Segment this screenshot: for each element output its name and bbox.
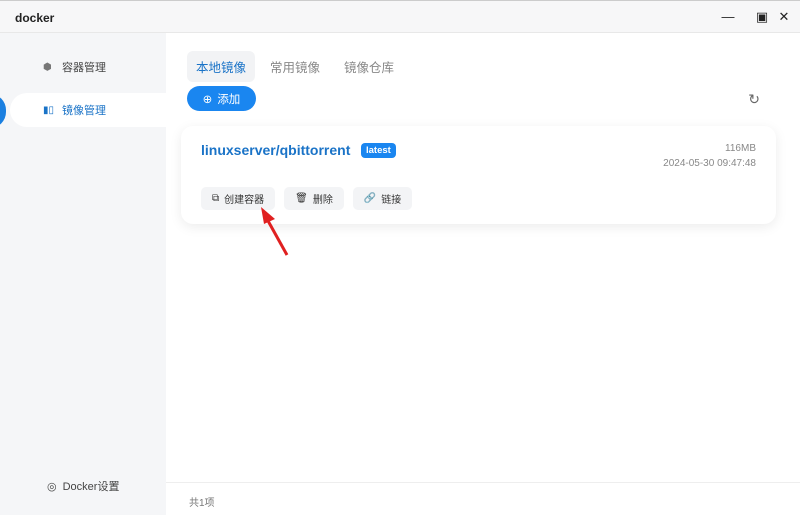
link-button[interactable]: 🔗 链接 xyxy=(352,187,413,210)
tag-badge: latest xyxy=(361,143,396,158)
add-square-icon: ⧉ xyxy=(212,193,220,204)
sidebar: ⬢ 容器管理 ▮▯ 镜像管理 xyxy=(0,33,166,515)
button-label: 创建容器 xyxy=(224,195,265,206)
button-label: 删除 xyxy=(312,195,333,206)
button-label: 链接 xyxy=(381,195,402,206)
annotation-arrow xyxy=(261,207,289,256)
docker-settings-link[interactable]: ◎ Docker设置 xyxy=(47,478,119,494)
sidebar-item-label: 容器管理 xyxy=(62,62,106,74)
main-content: 本地镜像 常用镜像 镜像仓库 ⊕ 添加 ↻ linuxserver/qbittor… xyxy=(166,33,800,515)
maximize-button[interactable]: ▣ xyxy=(754,9,770,25)
tab-image-registry[interactable]: 镜像仓库 xyxy=(335,51,403,82)
footer-count: 共1项 xyxy=(166,482,800,515)
title-bar: docker — ▣ ✕ xyxy=(0,0,800,33)
settings-icon: ◎ xyxy=(47,481,57,493)
tab-common-images[interactable]: 常用镜像 xyxy=(261,51,329,82)
settings-label: Docker设置 xyxy=(62,481,120,493)
image-date: 2024-05-30 09:47:48 xyxy=(663,158,756,169)
image-size: 116MB xyxy=(725,143,756,154)
link-icon: 🔗 xyxy=(363,193,377,204)
hexagon-icon: ⬢ xyxy=(43,61,52,73)
refresh-icon[interactable]: ↻ xyxy=(748,91,760,108)
sidebar-item-containers[interactable]: ⬢ 容器管理 xyxy=(10,50,166,84)
window-title: docker xyxy=(15,11,55,25)
close-button[interactable]: ✕ xyxy=(776,9,792,25)
sidebar-item-images[interactable]: ▮▯ 镜像管理 xyxy=(10,93,166,127)
add-button[interactable]: ⊕ 添加 xyxy=(187,86,256,111)
image-name[interactable]: linuxserver/qbittorrent xyxy=(201,142,350,158)
plus-circle-icon: ⊕ xyxy=(202,93,213,106)
trash-icon: 🗑 xyxy=(295,193,308,204)
sidebar-item-label: 镜像管理 xyxy=(62,105,106,117)
add-label: 添加 xyxy=(217,93,241,106)
minimize-button[interactable]: — xyxy=(720,9,736,24)
image-icon: ▮▯ xyxy=(43,104,55,116)
tab-local-images[interactable]: 本地镜像 xyxy=(187,51,256,82)
